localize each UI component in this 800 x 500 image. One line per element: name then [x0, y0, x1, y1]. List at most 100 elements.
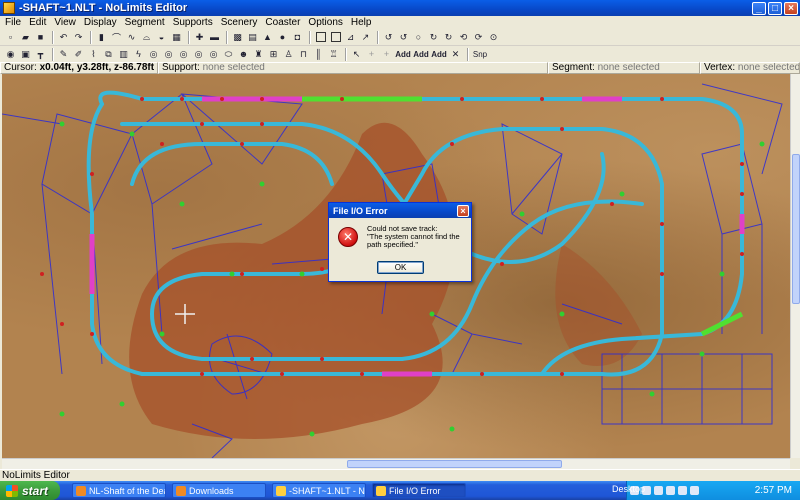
ellipse-icon[interactable]: ⬭ — [222, 48, 235, 61]
roll-plus-1-icon[interactable]: ↺ — [397, 31, 410, 44]
vertical-scroll-thumb[interactable] — [792, 154, 800, 304]
task-button-downloads[interactable]: Downloads — [172, 483, 266, 498]
grid-alt-icon[interactable] — [329, 31, 342, 44]
roll-adjust-icon[interactable]: ⟲ — [457, 31, 470, 44]
track-curve-icon[interactable]: ⌒ — [110, 31, 123, 44]
maximize-button[interactable]: □ — [768, 1, 782, 15]
pencil-icon[interactable]: ✎ — [57, 48, 70, 61]
grid-icon[interactable] — [314, 31, 327, 44]
link-icon[interactable]: ⧉ — [102, 48, 115, 61]
redo-icon[interactable]: ↷ — [72, 31, 85, 44]
segment-label: Segment: — [552, 62, 595, 73]
roll-fix-icon[interactable]: ⟳ — [472, 31, 485, 44]
brush-icon[interactable]: ⌇ — [87, 48, 100, 61]
vertex-label: Vertex: — [704, 62, 736, 73]
track-straight-icon[interactable]: ▮ — [95, 31, 108, 44]
menu-view[interactable]: View — [51, 17, 81, 28]
close-button[interactable]: × — [784, 1, 798, 15]
track-hill-icon[interactable]: ⌓ — [140, 31, 153, 44]
menu-supports[interactable]: Supports — [170, 17, 218, 28]
menu-options[interactable]: Options — [305, 17, 347, 28]
toolbar-separator — [226, 30, 228, 44]
column-icon[interactable]: ▥ — [117, 48, 130, 61]
vertical-scrollbar[interactable] — [790, 74, 800, 458]
volume-icon[interactable] — [690, 486, 699, 495]
tray-icon[interactable] — [666, 486, 675, 495]
horizontal-scroll-thumb[interactable] — [347, 460, 562, 468]
pillar-icon[interactable]: ║ — [312, 48, 325, 61]
roll-0-icon[interactable]: ○ — [412, 31, 425, 44]
save-icon[interactable]: ■ — [34, 31, 47, 44]
horizontal-scrollbar[interactable] — [2, 458, 790, 469]
bolt-icon[interactable]: ϟ — [132, 48, 145, 61]
node-3-icon[interactable]: ◎ — [177, 48, 190, 61]
app-icon[interactable] — [3, 2, 15, 14]
roll-reset-icon[interactable]: ⊙ — [487, 31, 500, 44]
dialog-close-button[interactable]: × — [457, 204, 469, 217]
remove-support-icon[interactable]: ✕ — [449, 48, 462, 61]
support-icon[interactable]: ┳ — [34, 48, 47, 61]
terrain-icon[interactable]: ▲ — [261, 31, 274, 44]
tower-icon[interactable]: ♖ — [327, 48, 340, 61]
gate-icon[interactable]: ⊓ — [297, 48, 310, 61]
undo-icon[interactable]: ↶ — [57, 31, 70, 44]
track-color-icon[interactable]: ▣ — [19, 48, 32, 61]
dialog-message: Could not save track: "The system cannot… — [367, 225, 471, 249]
figure-icon[interactable]: ♜ — [252, 48, 265, 61]
menu-segment[interactable]: Segment — [122, 17, 170, 28]
snap-button[interactable]: Snp — [472, 48, 488, 61]
node-2-icon[interactable]: ◎ — [162, 48, 175, 61]
open-folder-icon[interactable]: ▰ — [19, 31, 32, 44]
scenery-icon[interactable]: ▩ — [231, 31, 244, 44]
minimize-button[interactable]: _ — [752, 1, 766, 15]
desktop-toolbar-label[interactable]: Desktop — [612, 484, 645, 494]
add-button-2[interactable]: Add — [413, 48, 429, 61]
roll-plus-45-icon[interactable]: ↺ — [382, 31, 395, 44]
support-readout: Support: none selected — [158, 62, 548, 74]
menu-coaster[interactable]: Coaster — [262, 17, 305, 28]
view-3d-icon[interactable]: ▦ — [170, 31, 183, 44]
globe-icon[interactable]: ● — [276, 31, 289, 44]
roll-minus-1-icon[interactable]: ↻ — [427, 31, 440, 44]
start-button[interactable]: start — [0, 481, 60, 500]
segment-value: none selected — [597, 62, 660, 73]
eye-icon[interactable]: ◉ — [4, 48, 17, 61]
person-icon[interactable]: ☻ — [237, 48, 250, 61]
catwalk-icon[interactable]: ⊞ — [267, 48, 280, 61]
add-button-3[interactable]: Add — [431, 48, 447, 61]
toolbar-separator — [467, 47, 469, 61]
vertex-value: none selected — [737, 62, 800, 73]
road-icon[interactable]: ⊿ — [344, 31, 357, 44]
menu-file[interactable]: File — [2, 17, 26, 28]
node-1-icon[interactable]: ◎ — [147, 48, 160, 61]
remove-vertex-icon[interactable]: ▬ — [208, 31, 221, 44]
camera-icon[interactable]: ◘ — [291, 31, 304, 44]
lamp-icon[interactable]: ♙ — [282, 48, 295, 61]
task-button-nolimits[interactable]: -SHAFT~1.NLT - NoLi... — [272, 483, 366, 498]
track-wave-icon[interactable]: ∿ — [125, 31, 138, 44]
task-button-firefox[interactable]: NL-Shaft of the Dead... — [72, 483, 166, 498]
new-file-icon[interactable]: ▫ — [4, 31, 17, 44]
roll-minus-45-icon[interactable]: ↻ — [442, 31, 455, 44]
arrow-tilt-icon[interactable]: ↗ — [359, 31, 372, 44]
add-button-1[interactable]: Add — [395, 48, 411, 61]
add-vertex-icon[interactable]: ✚ — [193, 31, 206, 44]
station-icon[interactable]: ▤ — [246, 31, 259, 44]
menu-edit[interactable]: Edit — [26, 17, 51, 28]
menu-help[interactable]: Help — [348, 17, 377, 28]
firefox-icon — [176, 485, 186, 496]
toolbar-separator — [52, 47, 54, 61]
node-4-icon[interactable]: ◎ — [192, 48, 205, 61]
window-title: -SHAFT~1.NLT - NoLimits Editor — [19, 2, 188, 14]
track-loop-icon[interactable]: ◒ — [155, 31, 168, 44]
tray-icon[interactable] — [654, 486, 663, 495]
task-button-error[interactable]: File I/O Error — [372, 483, 466, 498]
pencil-alt-icon[interactable]: ✐ — [72, 48, 85, 61]
node-5-icon[interactable]: ◎ — [207, 48, 220, 61]
tray-icon[interactable] — [678, 486, 687, 495]
menu-scenery[interactable]: Scenery — [218, 17, 263, 28]
menu-display[interactable]: Display — [81, 17, 122, 28]
edit-toolbar: ◉ ▣ ┳ ✎ ✐ ⌇ ⧉ ▥ ϟ ◎ ◎ ◎ ◎ ◎ ⬭ ☻ ♜ ⊞ ♙ ⊓ … — [0, 46, 800, 63]
select-arrow-icon[interactable]: ↖ — [350, 48, 363, 61]
ok-button[interactable]: OK — [377, 261, 424, 274]
